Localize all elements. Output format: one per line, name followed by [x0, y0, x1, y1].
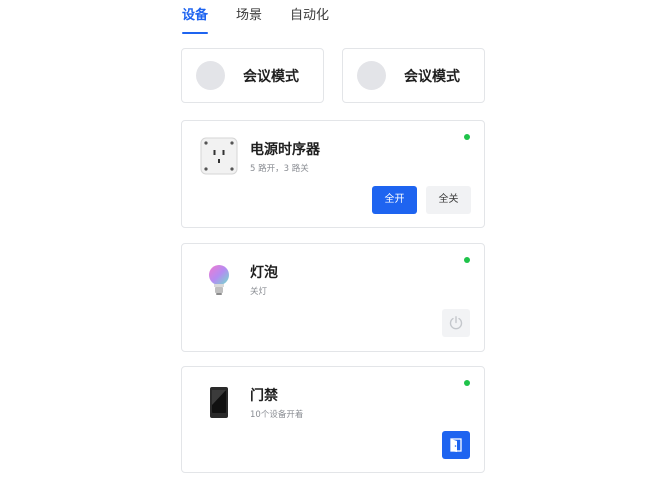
power-sequencer-icon	[200, 137, 238, 175]
all-on-button[interactable]: 全开	[372, 186, 417, 214]
scene-label: 会议模式	[243, 68, 299, 85]
tab-automation[interactable]: 自动化	[290, 6, 329, 36]
device-card-power-sequencer[interactable]: 电源时序器 5 路开，3 路关 全开 全关	[181, 120, 485, 228]
device-card-bulb[interactable]: 灯泡 关灯	[181, 243, 485, 352]
device-card-access-control[interactable]: 门禁 10个设备开着	[181, 366, 485, 473]
device-status-text: 10个设备开着	[250, 410, 304, 420]
all-off-button[interactable]: 全关	[426, 186, 471, 214]
power-icon	[449, 316, 463, 330]
tab-scenes[interactable]: 场景	[236, 6, 262, 36]
device-name: 电源时序器	[250, 142, 320, 158]
scene-icon	[196, 61, 225, 90]
bulb-icon	[200, 260, 238, 298]
tab-bar: 设备 场景 自动化	[182, 6, 357, 36]
online-status-dot	[464, 380, 470, 386]
door-open-icon	[450, 438, 462, 452]
scene-row: 会议模式 会议模式	[181, 48, 485, 105]
open-door-button[interactable]	[442, 431, 470, 459]
scene-card-meeting-mode[interactable]: 会议模式	[342, 48, 485, 103]
access-control-icon	[200, 383, 238, 421]
device-name: 灯泡	[250, 265, 278, 281]
device-name: 门禁	[250, 388, 278, 404]
power-toggle-button[interactable]	[442, 309, 470, 337]
scene-label: 会议模式	[404, 68, 460, 85]
device-status-text: 5 路开，3 路关	[250, 164, 309, 174]
scene-card-meeting-mode[interactable]: 会议模式	[181, 48, 324, 103]
scene-icon	[357, 61, 386, 90]
tab-devices[interactable]: 设备	[182, 6, 209, 36]
device-status-text: 关灯	[250, 287, 268, 297]
online-status-dot	[464, 134, 470, 140]
online-status-dot	[464, 257, 470, 263]
